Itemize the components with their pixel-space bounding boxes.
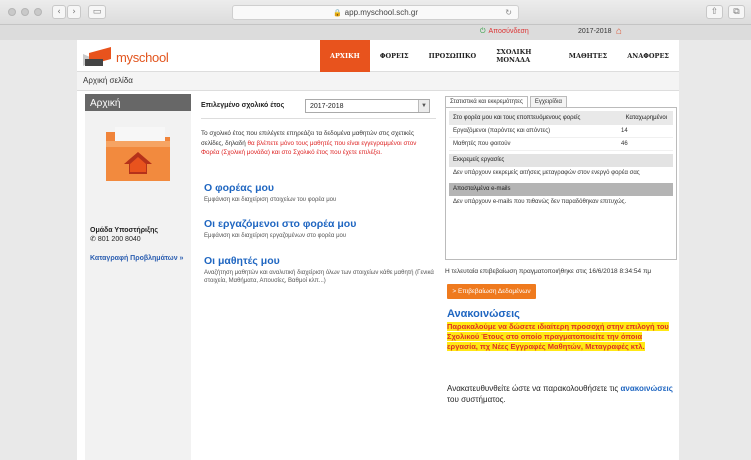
close-window-icon[interactable] (8, 8, 16, 16)
address-bar[interactable]: 🔒 app.myschool.sch.gr ↻ (232, 5, 519, 20)
share-icon: ⇧ (710, 7, 719, 17)
announcements-title: Ανακοινώσεις (447, 308, 520, 320)
school-year-select-label: Επιλεγμένο σχολικό έτος (201, 102, 285, 109)
stats-row-label: Μαθητές που φοιτούν (453, 141, 511, 147)
sidebar-title: Αρχική (85, 94, 191, 111)
stats-panel: Στο φορέα μου και τους εποπτευόμενους φο… (445, 107, 677, 260)
my-staff-desc: Εμφάνιση και διαχείριση εργαζομένων στο … (204, 233, 347, 239)
tab-manuals[interactable]: Εγχειρίδια (529, 96, 567, 107)
my-staff-link[interactable]: Οι εργαζόμενοι στο φορέα μου (204, 218, 436, 230)
report-problems-link[interactable]: Καταγραφή Προβλημάτων » (90, 255, 183, 262)
logo-mark-icon (83, 47, 111, 66)
announcement-highlight: Παρακαλούμε να δώσετε ιδιαίτερη προσοχή … (447, 322, 675, 352)
nav-home[interactable]: ΑΡΧΙΚΗ (320, 40, 370, 72)
tabs-button[interactable]: ⧉ (728, 5, 745, 19)
nav-school-unit[interactable]: ΣΧΟΛΙΚΗ ΜΟΝΑΔΑ (486, 40, 559, 72)
home-folder-icon (106, 127, 170, 181)
browser-toolbar: ‹ › ▭ 🔒 app.myschool.sch.gr ↻ ⇧ ⧉ (0, 0, 751, 25)
sent-emails-heading: Αποσταλμένα e-mails (449, 183, 673, 196)
stats-row-label: Εργαζόμενοι (παρόντες και απόντες) (453, 128, 551, 134)
url-text: app.myschool.sch.gr (344, 8, 419, 17)
confirm-data-button[interactable]: > Επιβεβαίωση Δεδομένων (447, 284, 536, 299)
site-header: myschool ΑΡΧΙΚΗ ΦΟΡΕΙΣ ΠΡΟΣΩΠΙΚΟ ΣΧΟΛΙΚΗ… (77, 40, 679, 72)
redirect-text-end: του συστήματος. (447, 395, 506, 404)
myschool-logo[interactable]: myschool (83, 47, 169, 66)
my-body-link[interactable]: Ο φορέας μου (204, 182, 436, 194)
my-students-section[interactable]: Οι μαθητές μου Αναζήτηση μαθητών και ανα… (204, 255, 436, 285)
breadcrumb: Αρχική σελίδα (77, 72, 679, 91)
chevron-left-icon: ‹ (57, 7, 61, 17)
phone-icon: ✆ (90, 236, 98, 243)
nav-reports[interactable]: ΑΝΑΦΟΡΕΣ (617, 40, 679, 72)
dropdown-arrow-icon[interactable]: ▼ (418, 100, 429, 112)
pending-tasks-text: Δεν υπάρχουν εκκρεμείς αιτήσεις μεταγραφ… (453, 170, 640, 176)
nav-staff[interactable]: ΠΡΟΣΩΠΙΚΟ (419, 40, 487, 72)
logout-label: Αποσύνδεση (488, 28, 529, 35)
nav-bodies[interactable]: ΦΟΡΕΙΣ (370, 40, 419, 72)
logo-text: myschool (116, 49, 169, 65)
announcements-redirect: Ανακατευθυνθείτε ώστε να παρακολουθήσετε… (447, 383, 675, 405)
stats-header-right: Καταχωρημένοι (625, 115, 667, 121)
logout-link[interactable]: ⏻ Αποσύνδεση (480, 28, 529, 36)
school-year-select-value: 2017-2018 (310, 103, 344, 110)
left-sidebar: Αρχική Ομάδα Υποστήριξης ✆ 801 200 8040 … (85, 94, 191, 460)
school-year-info: Το σχολικό έτος που επιλέγετε επηρεάζει … (201, 129, 436, 158)
sidebar-toggle-button[interactable]: ▭ (88, 5, 106, 19)
school-year-select[interactable]: 2017-2018 ▼ (305, 99, 430, 113)
minimize-window-icon[interactable] (21, 8, 29, 16)
home-icon[interactable]: ⌂ (616, 26, 622, 37)
lock-icon: 🔒 (332, 9, 342, 17)
sent-emails-text: Δεν υπάρχουν e-mails που πιθανώς δεν παρ… (453, 199, 627, 205)
pending-tasks-heading: Εκκρεμείς εργασίες (449, 154, 673, 167)
back-button[interactable]: ‹ (52, 5, 66, 19)
my-body-section[interactable]: Ο φορέας μου Εμφάνιση και διαχείριση στο… (204, 182, 436, 204)
sidebar-icon: ▭ (92, 7, 102, 17)
nav-students[interactable]: ΜΑΘΗΤΕΣ (559, 40, 617, 72)
last-confirmation-text: Η τελευταία επιβεβαίωση πραγματοποιήθηκε… (445, 268, 652, 275)
divider (201, 118, 436, 119)
table-row: Εργαζόμενοι (παρόντες και απόντες) 14 (449, 125, 673, 138)
school-year-selector: Επιλεγμένο σχολικό έτος 2017-2018 ▼ (201, 99, 436, 113)
forward-button[interactable]: › (67, 5, 81, 19)
window-controls[interactable] (8, 8, 42, 16)
announcements-link[interactable]: ανακοινώσεις (620, 384, 672, 393)
user-bar: ⏻ Αποσύνδεση 2017-2018 ⌂ (0, 25, 751, 40)
announcement-highlight-text: Παρακαλούμε να δώσετε ιδιαίτερη προσοχή … (447, 322, 669, 351)
power-icon: ⏻ (480, 28, 486, 35)
stats-tabs: Στατιστικά και εκκρεμότητες Εγχειρίδια (445, 96, 567, 107)
support-team-title: Ομάδα Υποστήριξης (90, 227, 159, 234)
redirect-text: Ανακατευθυνθείτε ώστε να παρακολουθήσετε… (447, 384, 621, 393)
table-row: Μαθητές που φοιτούν 46 (449, 138, 673, 151)
main-nav: ΑΡΧΙΚΗ ΦΟΡΕΙΣ ΠΡΟΣΩΠΙΚΟ ΣΧΟΛΙΚΗ ΜΟΝΑΔΑ Μ… (320, 40, 679, 72)
support-phone: ✆ 801 200 8040 (90, 235, 141, 243)
tabs-icon: ⧉ (733, 7, 740, 17)
share-button[interactable]: ⇧ (706, 5, 723, 19)
stats-table-header: Στο φορέα μου και τους εποπτευόμενους φο… (449, 111, 673, 125)
my-students-desc: Αναζήτηση μαθητών και αναλυτική διαχείρι… (204, 270, 434, 284)
tab-stats[interactable]: Στατιστικά και εκκρεμότητες (445, 96, 528, 107)
support-phone-number: 801 200 8040 (97, 236, 141, 243)
my-students-link[interactable]: Οι μαθητές μου (204, 255, 436, 267)
page-body: Αρχική Ομάδα Υποστήριξης ✆ 801 200 8040 … (77, 91, 679, 460)
school-year-label: 2017-2018 (578, 28, 612, 35)
stats-row-value: 46 (621, 141, 628, 147)
my-body-desc: Εμφάνιση και διαχείριση στοιχείων του φο… (204, 197, 337, 203)
chevron-right-icon: › (72, 7, 76, 17)
stats-header-left: Στο φορέα μου και τους εποπτευόμενους φο… (453, 115, 581, 121)
reload-icon[interactable]: ↻ (505, 8, 512, 17)
stats-row-value: 14 (621, 128, 628, 134)
zoom-window-icon[interactable] (34, 8, 42, 16)
my-staff-section[interactable]: Οι εργαζόμενοι στο φορέα μου Εμφάνιση κα… (204, 218, 436, 240)
